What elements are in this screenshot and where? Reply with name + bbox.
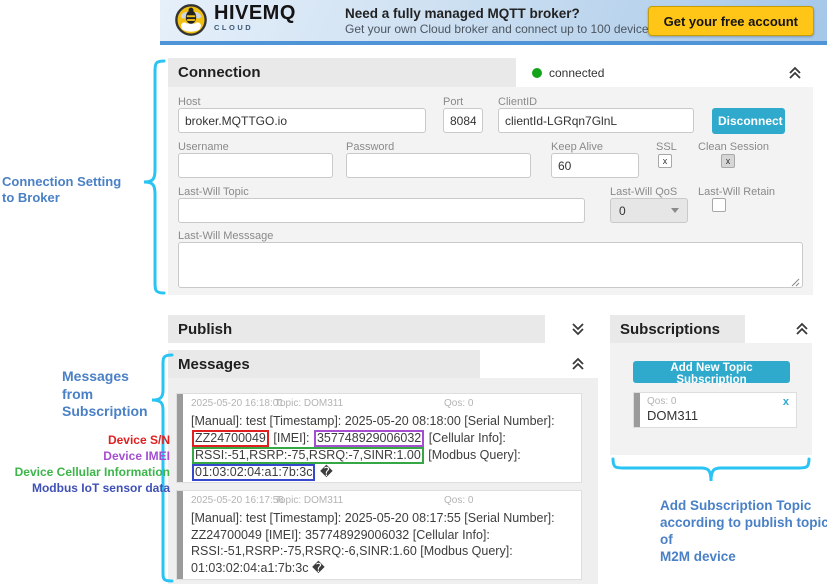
collapse-subscriptions-icon[interactable]	[794, 321, 810, 337]
hivemq-wordmark: HIVEMQ	[214, 3, 296, 23]
message-card[interactable]: 2025-05-20 16:18:01 Topic: DOM311 Qos: 0…	[176, 393, 582, 483]
messages-header: Messages	[168, 350, 480, 378]
subscription-item[interactable]: Qos: 0 DOM311 x	[633, 392, 797, 428]
connection-status: connected	[516, 58, 813, 87]
publish-chevron-box	[545, 315, 608, 343]
last-will-retain-checkbox[interactable]	[712, 198, 726, 212]
annotation-device-imei: Device IMEI	[0, 448, 170, 464]
message-qos: Qos: 0	[444, 398, 473, 409]
cellular-info-value: RSSI:-51,RSRP:-75,RSRQ:-6,SINR:1.60	[191, 544, 417, 558]
message-card[interactable]: 2025-05-20 16:17:56 Topic: DOM311 Qos: 0…	[176, 490, 582, 580]
modbus-query-value: 01:03:02:04:a1:7b:3c	[191, 561, 308, 575]
host-label: Host	[178, 96, 201, 108]
last-will-qos-select[interactable]: 0	[610, 198, 688, 223]
get-free-account-button[interactable]: Get your free account	[648, 6, 814, 36]
last-will-message-textarea[interactable]	[178, 242, 803, 288]
port-input[interactable]	[443, 108, 483, 133]
publish-title: Publish	[168, 321, 232, 338]
publish-header: Publish	[168, 315, 545, 343]
connection-brace-callout	[140, 58, 166, 296]
subscription-qos: Qos: 0	[647, 396, 676, 407]
message-timestamp: 2025-05-20 16:18:01	[191, 398, 284, 409]
username-label: Username	[178, 141, 229, 153]
messages-list: 2025-05-20 16:18:01 Topic: DOM311 Qos: 0…	[168, 378, 598, 584]
username-input[interactable]	[178, 153, 333, 178]
connection-title: Connection	[168, 64, 261, 81]
annotation-device-fields: Device S/N Device IMEI Device Cellular I…	[0, 432, 170, 496]
hivemq-cloud-label: CLOUD	[214, 24, 296, 32]
annotation-device-modbus: Modbus IoT sensor data	[0, 480, 170, 496]
connection-panel: Connection connected Host Port ClientID …	[168, 58, 813, 295]
annotation-connection-setting: Connection Setting to Broker	[2, 174, 142, 206]
add-new-topic-subscription-button[interactable]: Add New Topic Subscription	[633, 361, 790, 383]
messages-chevron-box	[480, 350, 608, 378]
clean-session-checkbox[interactable]: x	[721, 154, 735, 168]
password-label: Password	[346, 141, 394, 153]
imei-value: 357748929006032	[305, 528, 409, 542]
message-accent-bar	[177, 491, 183, 579]
resize-handle-icon[interactable]	[790, 277, 800, 287]
subscription-brace-callout	[610, 456, 812, 486]
chevron-down-icon	[671, 208, 679, 213]
clientid-input[interactable]	[498, 108, 694, 133]
annotation-device-cellular: Device Cellular Information	[0, 464, 170, 480]
message-qos: Qos: 0	[444, 495, 473, 506]
clean-session-label: Clean Session	[698, 141, 769, 153]
annotation-device-sn: Device S/N	[0, 432, 170, 448]
last-will-message-label: Last-Will Messsage	[178, 230, 273, 242]
keep-alive-label: Keep Alive	[551, 141, 603, 153]
message-topic: Topic: DOM311	[275, 495, 343, 506]
last-will-qos-value: 0	[619, 204, 626, 218]
clientid-label: ClientID	[498, 96, 537, 108]
serial-number-value: ZZ24700049	[191, 528, 262, 542]
last-will-topic-input[interactable]	[178, 198, 585, 223]
subscriptions-chevron-box	[745, 315, 822, 343]
subscription-accent-bar	[634, 393, 640, 427]
message-timestamp: 2025-05-20 16:17:56	[191, 495, 284, 506]
banner-headline: Need a fully managed MQTT broker?	[345, 6, 580, 21]
subscriptions-header: Subscriptions	[610, 315, 745, 343]
remove-subscription-icon[interactable]: x	[783, 396, 789, 408]
keep-alive-input[interactable]	[551, 153, 639, 178]
message-accent-bar	[177, 394, 183, 482]
message-payload: [Manual]: test [Timestamp]: 2025-05-20 0…	[191, 413, 573, 481]
disconnect-button[interactable]: Disconnect	[712, 108, 785, 134]
ssl-checkbox[interactable]: x	[658, 154, 672, 168]
modbus-query-value: 01:03:02:04:a1:7b:3c	[192, 464, 315, 481]
serial-number-value: ZZ24700049	[192, 430, 269, 447]
expand-publish-icon[interactable]	[570, 321, 586, 337]
banner-subheadline: Get your own Cloud broker and connect up…	[345, 22, 699, 36]
cellular-info-value: RSSI:-51,RSRP:-75,RSRQ:-7,SINR:1.00	[192, 447, 424, 464]
host-input[interactable]	[178, 108, 426, 133]
collapse-messages-icon[interactable]	[570, 356, 586, 372]
hivemq-banner: HIVEMQ CLOUD Need a fully managed MQTT b…	[160, 0, 827, 45]
hivemq-bee-icon	[174, 3, 208, 42]
password-input[interactable]	[346, 153, 531, 178]
messages-title: Messages	[168, 356, 250, 373]
port-label: Port	[443, 96, 463, 108]
connected-status-dot	[532, 68, 542, 78]
subscriptions-title: Subscriptions	[610, 321, 720, 338]
message-payload: [Manual]: test [Timestamp]: 2025-05-20 0…	[191, 510, 573, 576]
message-topic: Topic: DOM311	[275, 398, 343, 409]
imei-value: 357748929006032	[314, 430, 424, 447]
collapse-connection-icon[interactable]	[787, 65, 803, 81]
connected-status-text: connected	[549, 66, 604, 80]
hivemq-logo: HIVEMQ CLOUD	[174, 3, 296, 42]
last-will-retain-label: Last-Will Retain	[698, 186, 775, 198]
ssl-label: SSL	[656, 141, 677, 153]
annotation-add-subscription-topic: Add Subscription Topic according to publ…	[660, 497, 827, 565]
last-will-topic-label: Last-Will Topic	[178, 186, 249, 198]
mqtt-client-page: HIVEMQ CLOUD Need a fully managed MQTT b…	[0, 0, 827, 584]
subscription-topic: DOM311	[647, 408, 698, 423]
last-will-qos-label: Last-Will QoS	[610, 186, 677, 198]
